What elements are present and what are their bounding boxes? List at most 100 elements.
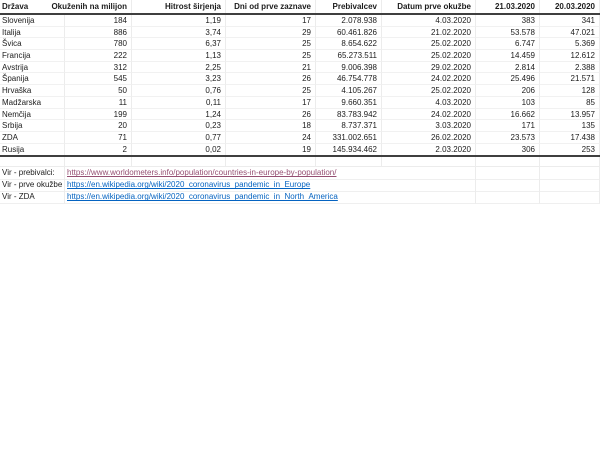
data-cell[interactable]: 25.02.2020 bbox=[382, 50, 476, 62]
data-cell[interactable]: 103 bbox=[476, 97, 540, 109]
data-cell[interactable]: 206 bbox=[476, 85, 540, 97]
data-cell[interactable]: 0,23 bbox=[132, 120, 226, 132]
data-cell[interactable]: 886 bbox=[65, 27, 132, 39]
country-cell[interactable]: Avstrija bbox=[0, 62, 65, 74]
data-cell[interactable]: 1,13 bbox=[132, 50, 226, 62]
data-cell[interactable]: 71 bbox=[65, 132, 132, 144]
data-cell[interactable]: 85 bbox=[540, 97, 600, 109]
data-cell[interactable]: 2.388 bbox=[540, 62, 600, 74]
empty-cell[interactable] bbox=[382, 157, 476, 167]
data-cell[interactable]: 253 bbox=[540, 144, 600, 156]
data-cell[interactable]: 29.02.2020 bbox=[382, 62, 476, 74]
data-cell[interactable]: 0,77 bbox=[132, 132, 226, 144]
empty-cell[interactable] bbox=[540, 157, 600, 167]
country-cell[interactable]: Francija bbox=[0, 50, 65, 62]
data-cell[interactable]: 184 bbox=[65, 15, 132, 27]
data-cell[interactable]: 16.662 bbox=[476, 109, 540, 121]
column-header-dni-od-prve-zaznave[interactable]: Dni od prve zaznave bbox=[226, 0, 316, 13]
empty-cell[interactable] bbox=[226, 157, 316, 167]
data-cell[interactable]: 331.002.651 bbox=[316, 132, 382, 144]
data-cell[interactable]: 6,37 bbox=[132, 38, 226, 50]
data-cell[interactable]: 9.006.398 bbox=[316, 62, 382, 74]
empty-cell[interactable] bbox=[132, 157, 226, 167]
column-header-prebivalcev[interactable]: Prebivalcev bbox=[316, 0, 382, 13]
data-cell[interactable]: 83.783.942 bbox=[316, 109, 382, 121]
country-cell[interactable]: Hrvaška bbox=[0, 85, 65, 97]
data-cell[interactable]: 47.021 bbox=[540, 27, 600, 39]
country-cell[interactable]: Rusija bbox=[0, 144, 65, 156]
data-cell[interactable]: 171 bbox=[476, 120, 540, 132]
source-label-zda[interactable]: Vir - ZDA bbox=[0, 191, 65, 204]
data-cell[interactable]: 19 bbox=[226, 144, 316, 156]
data-cell[interactable]: 306 bbox=[476, 144, 540, 156]
country-cell[interactable]: Srbija bbox=[0, 120, 65, 132]
source-link-prve-okuzbe[interactable]: https://en.wikipedia.org/wiki/2020_coron… bbox=[67, 180, 310, 189]
data-cell[interactable]: 222 bbox=[65, 50, 132, 62]
data-cell[interactable]: 3,23 bbox=[132, 73, 226, 85]
data-cell[interactable]: 2,25 bbox=[132, 62, 226, 74]
data-cell[interactable]: 312 bbox=[65, 62, 132, 74]
data-cell[interactable]: 26 bbox=[226, 109, 316, 121]
data-cell[interactable]: 24 bbox=[226, 132, 316, 144]
country-cell[interactable]: Švica bbox=[0, 38, 65, 50]
data-cell[interactable]: 53.578 bbox=[476, 27, 540, 39]
data-cell[interactable]: 1,24 bbox=[132, 109, 226, 121]
data-cell[interactable]: 3.03.2020 bbox=[382, 120, 476, 132]
data-cell[interactable]: 199 bbox=[65, 109, 132, 121]
data-cell[interactable]: 21.02.2020 bbox=[382, 27, 476, 39]
data-cell[interactable]: 25 bbox=[226, 50, 316, 62]
data-cell[interactable]: 3,74 bbox=[132, 27, 226, 39]
column-header-drzava[interactable]: Država bbox=[2, 0, 28, 13]
data-cell[interactable]: 145.934.462 bbox=[316, 144, 382, 156]
data-cell[interactable]: 29 bbox=[226, 27, 316, 39]
country-cell[interactable]: ZDA bbox=[0, 132, 65, 144]
data-cell[interactable]: 26 bbox=[226, 73, 316, 85]
data-cell[interactable]: 6.747 bbox=[476, 38, 540, 50]
data-cell[interactable]: 128 bbox=[540, 85, 600, 97]
data-cell[interactable]: 17 bbox=[226, 15, 316, 27]
data-cell[interactable]: 65.273.511 bbox=[316, 50, 382, 62]
country-cell[interactable]: Madžarska bbox=[0, 97, 65, 109]
data-cell[interactable]: 17 bbox=[226, 97, 316, 109]
empty-cell[interactable] bbox=[476, 157, 540, 167]
data-cell[interactable]: 25 bbox=[226, 38, 316, 50]
data-cell[interactable]: 4.03.2020 bbox=[382, 97, 476, 109]
data-cell[interactable]: 341 bbox=[540, 15, 600, 27]
empty-cell[interactable] bbox=[316, 157, 382, 167]
data-cell[interactable]: 2.03.2020 bbox=[382, 144, 476, 156]
data-cell[interactable]: 14.459 bbox=[476, 50, 540, 62]
data-cell[interactable]: 25.02.2020 bbox=[382, 38, 476, 50]
column-header-hitrost-sirjenja[interactable]: Hitrost širjenja bbox=[132, 0, 226, 13]
data-cell[interactable]: 18 bbox=[226, 120, 316, 132]
country-cell[interactable]: Nemčija bbox=[0, 109, 65, 121]
data-cell[interactable]: 2.814 bbox=[476, 62, 540, 74]
data-cell[interactable]: 383 bbox=[476, 15, 540, 27]
data-cell[interactable]: 4.03.2020 bbox=[382, 15, 476, 27]
empty-cell[interactable] bbox=[65, 157, 132, 167]
data-cell[interactable]: 25 bbox=[226, 85, 316, 97]
data-cell[interactable]: 0,76 bbox=[132, 85, 226, 97]
data-cell[interactable]: 17.438 bbox=[540, 132, 600, 144]
data-cell[interactable]: 46.754.778 bbox=[316, 73, 382, 85]
data-cell[interactable]: 9.660.351 bbox=[316, 97, 382, 109]
data-cell[interactable]: 24.02.2020 bbox=[382, 73, 476, 85]
country-cell[interactable]: Španija bbox=[0, 73, 65, 85]
data-cell[interactable]: 21.571 bbox=[540, 73, 600, 85]
column-header-datum-prve-okuzbe[interactable]: Datum prve okužbe bbox=[382, 0, 476, 13]
data-cell[interactable]: 135 bbox=[540, 120, 600, 132]
data-cell[interactable]: 26.02.2020 bbox=[382, 132, 476, 144]
data-cell[interactable]: 0,02 bbox=[132, 144, 226, 156]
data-cell[interactable]: 50 bbox=[65, 85, 132, 97]
data-cell[interactable]: 545 bbox=[65, 73, 132, 85]
column-header-group-a-b[interactable]: DržavaOkuženih na milijon bbox=[0, 0, 132, 13]
data-cell[interactable]: 0,11 bbox=[132, 97, 226, 109]
data-cell[interactable]: 21 bbox=[226, 62, 316, 74]
data-cell[interactable]: 8.737.371 bbox=[316, 120, 382, 132]
column-header-date-20-03-2020[interactable]: 20.03.2020 bbox=[540, 0, 600, 13]
data-cell[interactable]: 20 bbox=[65, 120, 132, 132]
empty-cell[interactable] bbox=[476, 191, 540, 204]
data-cell[interactable]: 4.105.267 bbox=[316, 85, 382, 97]
country-cell[interactable]: Slovenija bbox=[0, 15, 65, 27]
data-cell[interactable]: 8.654.622 bbox=[316, 38, 382, 50]
column-header-date-21-03-2020[interactable]: 21.03.2020 bbox=[476, 0, 540, 13]
